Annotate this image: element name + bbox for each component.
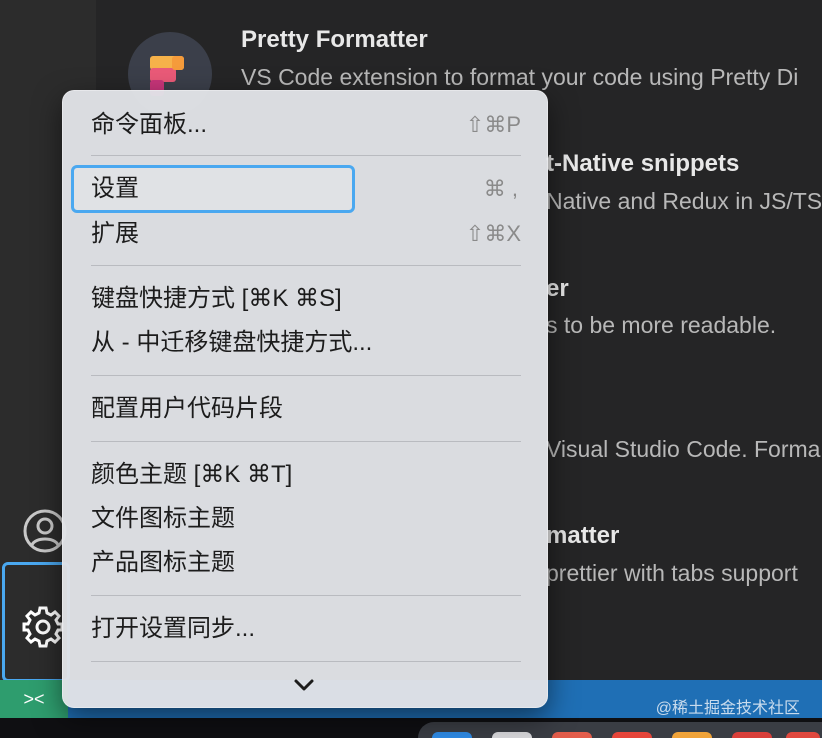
dock-app-icon[interactable] bbox=[492, 732, 532, 738]
menu-item-shortcut: ⇧⌘P bbox=[465, 112, 521, 137]
menu-item-keyboard-shortcuts[interactable]: 键盘快捷方式 [⌘K ⌘S] bbox=[75, 279, 535, 319]
menu-item-label: 设置 bbox=[91, 175, 139, 202]
dock-app-icon[interactable] bbox=[672, 732, 712, 738]
menu-item-label: 颜色主题 [⌘K ⌘T] bbox=[91, 461, 293, 488]
chevron-down-icon[interactable] bbox=[289, 675, 319, 695]
dock-app-icon[interactable] bbox=[432, 732, 472, 738]
menu-item-label: 产品图标主题 bbox=[91, 549, 235, 576]
gear-icon[interactable] bbox=[20, 604, 66, 650]
menu-item-command-palette[interactable]: 命令面板... ⇧⌘P bbox=[75, 105, 535, 145]
menu-item-label: 配置用户代码片段 bbox=[91, 395, 283, 422]
menu-item-label: 文件图标主题 bbox=[91, 505, 235, 532]
menu-item-shortcut: ⌘ , bbox=[483, 176, 518, 201]
menu-item-label: 命令面板... bbox=[91, 111, 208, 138]
menu-divider bbox=[91, 441, 521, 442]
extension-description: Visual Studio Code. Forma bbox=[546, 436, 821, 462]
extension-description: VS Code extension to format your code us… bbox=[241, 64, 799, 90]
menu-item-migrate-keybindings[interactable]: 从 - 中迁移键盘快捷方式... bbox=[75, 323, 535, 363]
extension-title: er bbox=[546, 275, 569, 302]
dock-app-icon[interactable] bbox=[786, 732, 820, 738]
menu-item-file-icon-theme[interactable]: 文件图标主题 bbox=[75, 499, 535, 539]
extension-description: s to be more readable. bbox=[546, 312, 777, 338]
menu-item-label: 键盘快捷方式 [⌘K ⌘S] bbox=[91, 285, 342, 312]
extension-title: Pretty Formatter bbox=[241, 26, 428, 53]
extension-title: t-Native snippets bbox=[546, 150, 740, 177]
menu-item-settings[interactable]: 设置 ⌘ , bbox=[71, 165, 518, 213]
menu-divider bbox=[91, 595, 521, 596]
extension-title: matter bbox=[546, 522, 620, 549]
menu-item-shortcut: ⇧⌘X bbox=[465, 221, 521, 246]
extension-description: Native and Redux in JS/TS bbox=[546, 188, 822, 214]
manage-context-menu: 命令面板... ⇧⌘P 设置 ⌘ , 扩展 ⇧⌘X 键盘快捷方式 [⌘K ⌘S]… bbox=[62, 90, 548, 708]
watermark: @稀土掘金技术社区 bbox=[655, 700, 800, 717]
menu-item-product-icon-theme[interactable]: 产品图标主题 bbox=[75, 543, 535, 583]
menu-item-label: 打开设置同步... bbox=[91, 615, 256, 642]
menu-divider bbox=[91, 155, 521, 156]
extension-description: prettier with tabs support bbox=[546, 560, 798, 586]
menu-item-user-snippets[interactable]: 配置用户代码片段 bbox=[75, 389, 535, 429]
menu-item-color-theme[interactable]: 颜色主题 [⌘K ⌘T] bbox=[75, 455, 535, 495]
menu-item-extensions[interactable]: 扩展 ⇧⌘X bbox=[75, 214, 535, 254]
menu-item-settings-sync[interactable]: 打开设置同步... bbox=[75, 609, 535, 649]
dock-app-icon[interactable] bbox=[552, 732, 592, 738]
menu-divider bbox=[91, 661, 521, 662]
menu-item-label: 扩展 bbox=[91, 220, 139, 247]
remote-indicator-button[interactable]: >< bbox=[0, 680, 68, 718]
dock-app-icon[interactable] bbox=[612, 732, 652, 738]
menu-item-label: 从 - 中迁移键盘快捷方式... bbox=[91, 329, 373, 356]
menu-divider bbox=[91, 375, 521, 376]
menu-divider bbox=[91, 265, 521, 266]
vscode-window: Pretty Formatter VS Code extension to fo… bbox=[0, 0, 822, 738]
dock-app-icon[interactable] bbox=[732, 732, 772, 738]
